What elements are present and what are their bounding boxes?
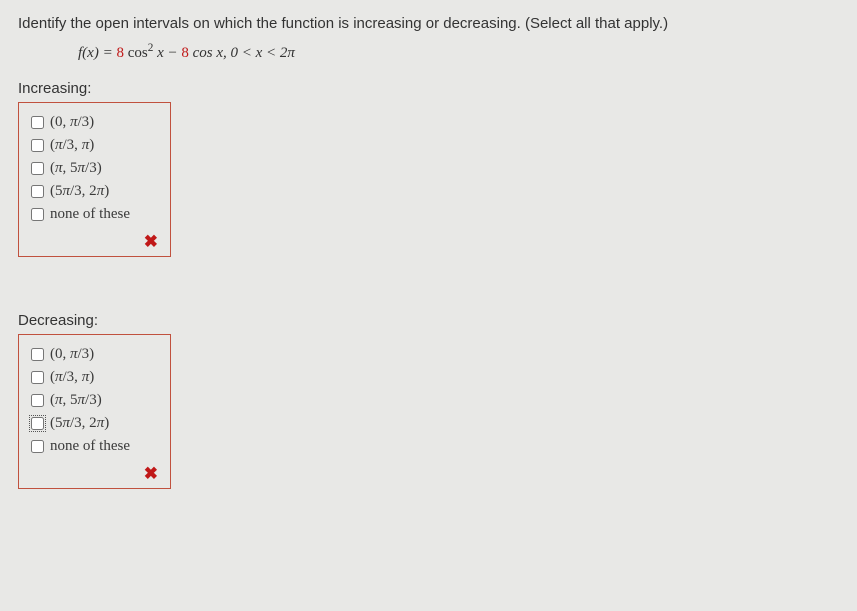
wrong-icon: ✖	[144, 464, 158, 483]
decreasing-option-1: (π/3, π)	[27, 368, 162, 387]
function-coeff2: 8	[181, 45, 189, 61]
increasing-checkbox-3[interactable]	[31, 185, 44, 198]
increasing-option-label-0: (0, π/3)	[50, 114, 94, 131]
decreasing-option-4: none of these	[27, 437, 162, 456]
question-prompt: Identify the open intervals on which the…	[18, 15, 839, 32]
increasing-checkbox-1[interactable]	[31, 139, 44, 152]
decreasing-feedback: ✖	[27, 460, 162, 484]
increasing-option-4: none of these	[27, 205, 162, 224]
increasing-feedback: ✖	[27, 228, 162, 252]
decreasing-option-label-2: (π, 5π/3)	[50, 392, 102, 409]
increasing-label: Increasing:	[18, 80, 839, 97]
increasing-option-0: (0, π/3)	[27, 113, 162, 132]
wrong-icon: ✖	[144, 232, 158, 251]
decreasing-option-label-3: (5π/3, 2π)	[50, 415, 109, 432]
increasing-checkbox-0[interactable]	[31, 116, 44, 129]
decreasing-checkbox-2[interactable]	[31, 394, 44, 407]
decreasing-answer-box: (0, π/3) (π/3, π) (π, 5π/3) (5π/3, 2π) n…	[18, 334, 171, 489]
increasing-checkbox-2[interactable]	[31, 162, 44, 175]
function-exponent: 2	[148, 42, 154, 54]
increasing-option-label-3: (5π/3, 2π)	[50, 183, 109, 200]
increasing-checkbox-4[interactable]	[31, 208, 44, 221]
decreasing-checkbox-1[interactable]	[31, 371, 44, 384]
decreasing-option-0: (0, π/3)	[27, 345, 162, 364]
function-lhs: f(x) =	[78, 45, 116, 61]
decreasing-checkbox-3[interactable]	[31, 417, 44, 430]
increasing-option-1: (π/3, π)	[27, 136, 162, 155]
function-part3: cos x, 0 < x < 2	[193, 45, 288, 61]
increasing-option-2: (π, 5π/3)	[27, 159, 162, 178]
function-pi: π	[287, 45, 295, 61]
decreasing-option-2: (π, 5π/3)	[27, 391, 162, 410]
function-definition: f(x) = 8 cos2 x − 8 cos x, 0 < x < 2π	[78, 42, 839, 62]
function-coeff1: 8	[116, 45, 124, 61]
decreasing-option-label-0: (0, π/3)	[50, 346, 94, 363]
function-part1: cos	[128, 45, 148, 61]
decreasing-option-3: (5π/3, 2π)	[27, 414, 162, 433]
function-part2: x −	[157, 45, 181, 61]
decreasing-option-label-4: none of these	[50, 438, 130, 455]
decreasing-checkbox-0[interactable]	[31, 348, 44, 361]
decreasing-option-label-1: (π/3, π)	[50, 369, 94, 386]
decreasing-label: Decreasing:	[18, 312, 839, 329]
increasing-answer-box: (0, π/3) (π/3, π) (π, 5π/3) (5π/3, 2π) n…	[18, 102, 171, 257]
increasing-option-label-4: none of these	[50, 206, 130, 223]
decreasing-checkbox-4[interactable]	[31, 440, 44, 453]
increasing-option-label-1: (π/3, π)	[50, 137, 94, 154]
increasing-option-label-2: (π, 5π/3)	[50, 160, 102, 177]
increasing-option-3: (5π/3, 2π)	[27, 182, 162, 201]
